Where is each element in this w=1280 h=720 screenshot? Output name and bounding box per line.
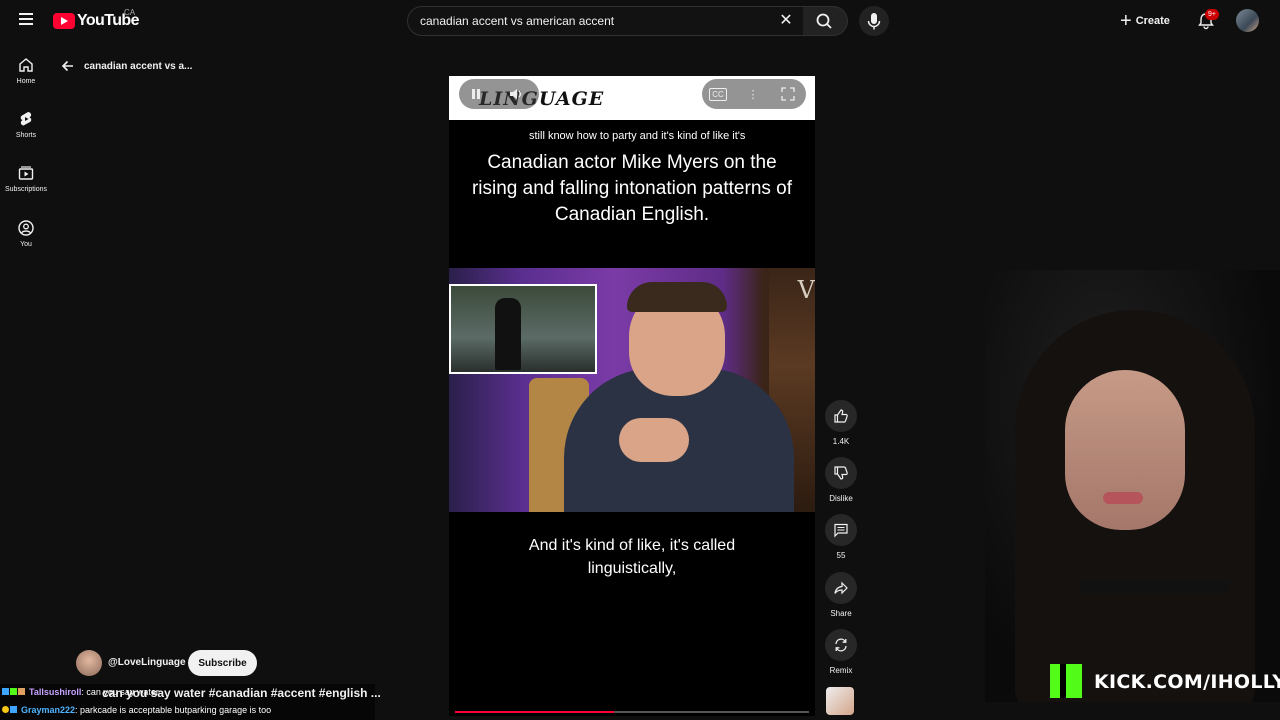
nav-home-label: Home	[16, 78, 36, 85]
nav-subscriptions[interactable]: Subscriptions	[0, 164, 52, 210]
inset-clip	[449, 284, 597, 374]
shorts-video-player[interactable]: LINGUAGE CC ⋮ still know how to party an…	[449, 76, 815, 716]
thumbs-up-icon	[834, 409, 848, 423]
chat-text: : can you say water	[81, 687, 159, 697]
back-title: canadian accent vs a...	[84, 60, 193, 72]
subscriptions-icon	[18, 166, 34, 180]
subscribe-button[interactable]: Subscribe	[188, 650, 257, 676]
channel-avatar[interactable]	[76, 650, 102, 676]
backdrop-letter: V	[797, 276, 815, 304]
fullscreen-icon	[781, 87, 795, 101]
auto-caption: still know how to party and it's kind of…	[529, 130, 746, 142]
video-frame: V	[449, 268, 815, 512]
speaker-hand	[619, 418, 689, 462]
chat-badge-icon	[18, 688, 25, 695]
share-label: Share	[830, 609, 852, 618]
kick-logo-icon	[1050, 664, 1082, 698]
share-button[interactable]	[825, 572, 857, 604]
nav-you[interactable]: You	[0, 219, 52, 265]
arrow-left-icon	[61, 60, 73, 72]
create-label: Create	[1135, 15, 1170, 27]
nav-shorts[interactable]: Shorts	[0, 110, 52, 156]
volume-icon	[510, 89, 522, 99]
share-action: Share	[823, 572, 859, 618]
thumbs-down-icon	[834, 466, 848, 480]
nav-subscriptions-label: Subscriptions	[4, 186, 48, 193]
search-icon	[816, 13, 832, 29]
like-count: 1.4K	[832, 437, 850, 446]
pause-button[interactable]	[465, 83, 487, 105]
remix-action: Remix	[823, 629, 859, 675]
progress-bar[interactable]	[455, 711, 809, 713]
remix-icon	[835, 638, 847, 652]
streamer-lips	[1103, 492, 1143, 504]
share-icon	[834, 581, 848, 595]
menu-button[interactable]	[14, 10, 38, 32]
chat-badge-icon	[10, 688, 17, 695]
progress-fill	[455, 711, 615, 713]
search-button[interactable]	[803, 6, 848, 36]
comments-button[interactable]	[825, 514, 857, 546]
more-options-button[interactable]: ⋮	[742, 83, 764, 105]
captions-icon: CC	[709, 87, 727, 101]
country-code: CA	[124, 8, 136, 17]
notification-badge: 9+	[1205, 9, 1219, 20]
chat-message: Grayman222: parkcade is acceptable butpa…	[2, 703, 271, 717]
streamer-choker	[1080, 580, 1230, 594]
video-title-caption: Canadian actor Mike Myers on the rising …	[471, 152, 793, 225]
top-bar: YouTube CA canadian accent vs american a…	[0, 0, 1280, 42]
home-icon	[19, 58, 33, 72]
shorts-icon	[20, 112, 32, 126]
comment-icon	[834, 523, 848, 538]
search-input[interactable]: canadian accent vs american accent ✕	[407, 6, 805, 36]
channel-handle[interactable]: @LoveLinguage	[108, 657, 186, 668]
chat-message: Tallsushiroll: can you say water	[2, 685, 159, 699]
you-icon	[18, 220, 34, 236]
nav-home[interactable]: Home	[0, 56, 52, 102]
dislike-label: Dislike	[829, 494, 853, 503]
bottom-caption: And it's kind of like, it's called lingu…	[528, 537, 736, 577]
chat-badge-icon	[2, 706, 9, 713]
youtube-play-icon	[53, 13, 75, 29]
pause-icon	[472, 89, 480, 99]
streamer-webcam	[985, 270, 1280, 702]
more-vertical-icon: ⋮	[747, 88, 759, 101]
search-query[interactable]: canadian accent vs american accent	[420, 14, 614, 28]
chat-badge-icon	[2, 688, 9, 695]
microphone-icon	[867, 13, 881, 30]
dislike-action: Dislike	[823, 457, 859, 503]
channel-thumbnail[interactable]	[826, 687, 854, 715]
remix-button[interactable]	[825, 629, 857, 661]
speaker-hair	[627, 282, 727, 312]
account-avatar[interactable]	[1236, 9, 1259, 32]
dislike-button[interactable]	[825, 457, 857, 489]
plus-icon: +	[1120, 10, 1132, 32]
chat-username: Grayman222	[21, 705, 76, 715]
remix-label: Remix	[829, 666, 853, 675]
like-action: 1.4K	[823, 400, 859, 446]
nav-shorts-label: Shorts	[15, 132, 37, 139]
volume-button[interactable]	[505, 83, 527, 105]
captions-button[interactable]: CC	[707, 83, 729, 105]
fullscreen-button[interactable]	[777, 83, 799, 105]
clear-search-button[interactable]: ✕	[776, 11, 796, 31]
back-button[interactable]: canadian accent vs a...	[60, 56, 192, 76]
chat-text: : parkcade is acceptable butparking gara…	[75, 705, 272, 715]
chat-username: Tallsushiroll	[29, 687, 82, 697]
inset-person	[495, 298, 521, 370]
create-button[interactable]: + Create	[1116, 7, 1180, 35]
like-button[interactable]	[825, 400, 857, 432]
comments-action: 55	[823, 514, 859, 560]
chat-badge-icon	[10, 706, 17, 713]
kick-channel-url: KICK.COM/IHOLLY	[1094, 671, 1280, 693]
comments-count: 55	[836, 551, 846, 560]
streamer-face	[1065, 370, 1185, 530]
nav-you-label: You	[20, 241, 32, 248]
voice-search-button[interactable]	[859, 6, 889, 36]
